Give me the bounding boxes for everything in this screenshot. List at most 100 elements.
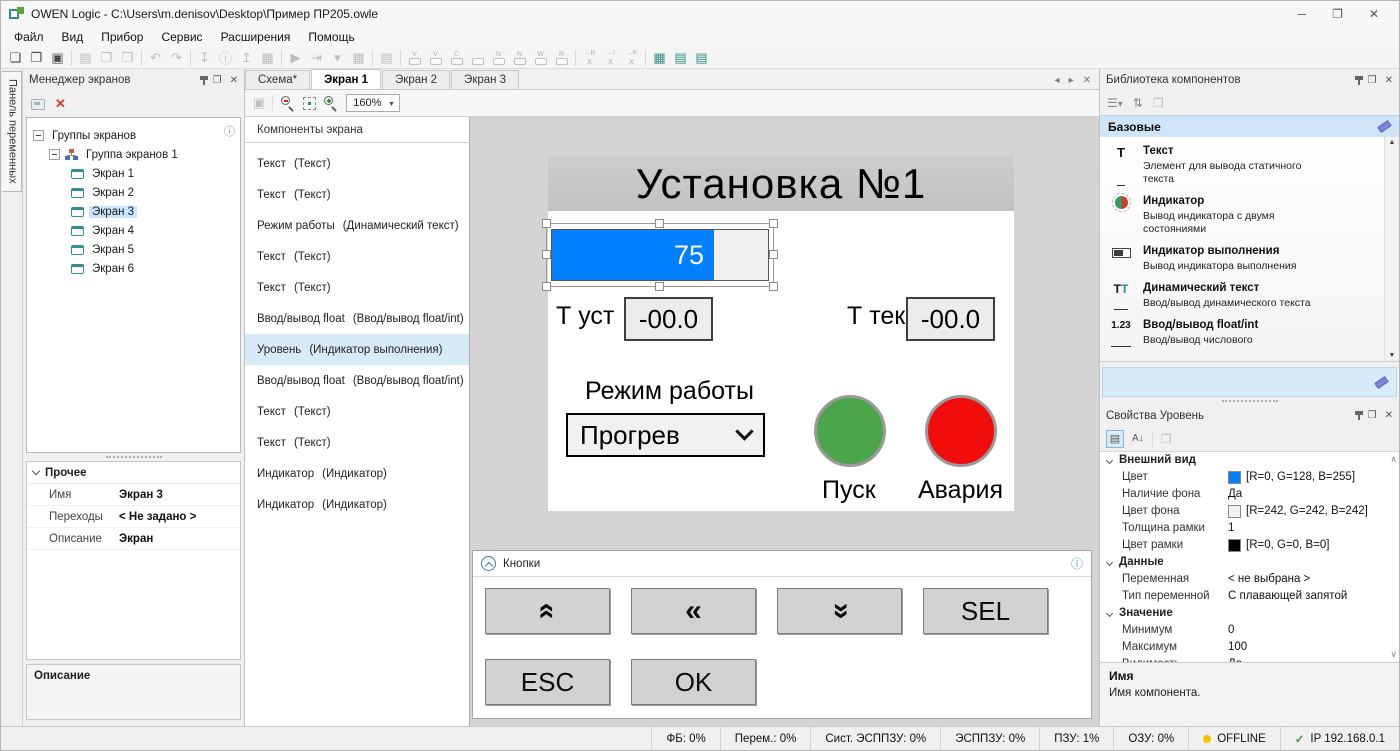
tab-scroll-left-icon[interactable]: ◂ [1055, 75, 1060, 86]
color-swatch[interactable] [1228, 505, 1241, 518]
tab-screen-3[interactable]: Экран 3 [451, 70, 519, 89]
tree-item-screen-2[interactable]: Экран 2 [27, 183, 240, 202]
property-row-border-width[interactable]: Толщина рамки 1 [1100, 520, 1385, 537]
tab-scroll-right-icon[interactable]: ▸ [1069, 75, 1074, 86]
selection-handle[interactable] [655, 282, 664, 291]
library-scrollbar[interactable]: ▲ ▼ [1384, 137, 1399, 361]
convert-to-bool-button[interactable]: →Bx [579, 48, 600, 68]
selection-handle[interactable] [542, 219, 551, 228]
canvas-title-text[interactable]: Установка №1 [548, 156, 1014, 211]
tab-screen-1[interactable]: Экран 1 [311, 69, 381, 89]
component-item[interactable]: Текст(Текст) [245, 272, 469, 303]
run-simulator-button[interactable]: ▶ [285, 48, 306, 68]
variables-panel-tab[interactable]: Панель переменных [2, 71, 22, 192]
tree-item-screen-6[interactable]: Экран 6 [27, 259, 240, 278]
screen-designer-area[interactable]: Установка №1 75 [470, 117, 1099, 726]
alarm-label[interactable]: Авария [918, 476, 1003, 505]
t-cur-label[interactable]: Т тек [847, 302, 905, 331]
library-folder-button[interactable]: ❒ [1153, 96, 1164, 110]
property-row-minimum[interactable]: Минимум 0 [1100, 622, 1385, 639]
pin-icon[interactable] [1358, 76, 1360, 85]
library-item-indicator[interactable]: ИндикаторВывод индикатора с двумя состоя… [1108, 195, 1379, 236]
insert-constant-button[interactable]: C [446, 48, 467, 68]
component-item[interactable]: Текст(Текст) [245, 427, 469, 458]
color-swatch[interactable] [1228, 471, 1241, 484]
menu-file[interactable]: Файл [5, 28, 53, 46]
library-section-basic[interactable]: Базовые [1100, 115, 1399, 137]
macros-manager-button[interactable]: ▦ [649, 48, 670, 68]
misc-section-header[interactable]: Прочее [27, 462, 240, 484]
device-mode-button[interactable]: ▾ [327, 48, 348, 68]
device-information-button[interactable]: ⓘ [215, 48, 236, 68]
read-from-device-button[interactable]: ▦ [257, 48, 278, 68]
status-ip[interactable]: ✓ IP 192.168.0.1 [1280, 727, 1399, 750]
tree-info-icon[interactable]: ⓘ [224, 123, 235, 139]
insert-variable-button[interactable]: V [404, 48, 425, 68]
project-information-button[interactable]: ▤ [670, 48, 691, 68]
convert-to-float-button[interactable]: →Fx [621, 48, 642, 68]
property-row-name[interactable]: Имя Экран 3 [27, 484, 240, 506]
selection-handle[interactable] [542, 282, 551, 291]
library-view-mode-button[interactable]: ☰▾ [1107, 96, 1123, 110]
selection-handle[interactable] [542, 250, 551, 259]
property-row-variable-type[interactable]: Тип переменной С плавающей запятой [1100, 588, 1385, 605]
property-row-maximum[interactable]: Максимум 100 [1100, 639, 1385, 656]
maximize-panel-icon[interactable]: ❐ [1368, 75, 1377, 86]
library-filter-strip[interactable] [1102, 367, 1397, 397]
selection-handle[interactable] [769, 282, 778, 291]
property-row-border-color[interactable]: Цвет рамки [R=0, G=0, B=0] [1100, 537, 1385, 554]
component-item[interactable]: Текст(Текст) [245, 148, 469, 179]
device-ok-button[interactable]: OK [631, 659, 756, 705]
read-network-variable-button[interactable]: R [551, 48, 572, 68]
redo-button[interactable]: ↷ [166, 48, 187, 68]
tree-item-screen-1[interactable]: Экран 1 [27, 164, 240, 183]
component-item[interactable]: Режим работы(Динамический текст) [245, 210, 469, 241]
selection-handle[interactable] [769, 219, 778, 228]
panel-splitter[interactable] [1100, 397, 1399, 405]
t-set-value-box[interactable]: -00.0 [624, 297, 713, 341]
maximize-panel-icon[interactable]: ❐ [1368, 410, 1377, 421]
selection-handle[interactable] [769, 250, 778, 259]
restore-button[interactable]: ❐ [1332, 7, 1343, 21]
online-debug-button[interactable]: ⇥ [306, 48, 327, 68]
alphabetical-sort-button[interactable]: A↓ [1132, 433, 1144, 444]
device-down-button[interactable]: « [777, 588, 902, 634]
mode-label[interactable]: Режим работы [585, 377, 754, 406]
panel-splitter[interactable] [23, 453, 244, 461]
component-item-selected[interactable]: Уровень(Индикатор выполнения) [245, 334, 469, 365]
tree-item-screen-5[interactable]: Экран 5 [27, 240, 240, 259]
property-row-has-background[interactable]: Наличие фона Да [1100, 486, 1385, 503]
insert-variable-2-button[interactable]: V [425, 48, 446, 68]
component-item[interactable]: Ввод/вывод float(Ввод/вывод float/int) [245, 303, 469, 334]
section-value[interactable]: Значение [1100, 605, 1385, 622]
library-sort-button[interactable]: ⇅ [1133, 96, 1143, 110]
expander-icon[interactable] [33, 130, 44, 141]
expander-icon[interactable] [49, 149, 60, 160]
undo-button[interactable]: ↶ [145, 48, 166, 68]
brush-icon[interactable] [1377, 120, 1392, 133]
tree-root[interactable]: Группы экранов [27, 126, 240, 145]
component-item[interactable]: Текст(Текст) [245, 179, 469, 210]
library-item-dynamic-text[interactable]: TT Динамический текстВвод/вывод динамиче… [1108, 282, 1379, 310]
insert-input-button[interactable]: N [488, 48, 509, 68]
device-up-button[interactable]: « [485, 588, 610, 634]
write-network-variable-button[interactable]: W [530, 48, 551, 68]
scroll-up-icon[interactable]: ∧ [1390, 454, 1397, 465]
t-set-label[interactable]: Т уст [556, 302, 614, 331]
tab-schema[interactable]: Схема* [245, 70, 310, 89]
property-row-visibility[interactable]: Видимость Да [1100, 656, 1385, 662]
property-row-description[interactable]: Описание Экран [27, 528, 240, 550]
brush-icon[interactable] [1374, 375, 1389, 388]
add-screen-button[interactable] [31, 99, 45, 110]
pin-icon[interactable] [1358, 411, 1360, 420]
memory-table-button[interactable]: ▦ [348, 48, 369, 68]
menu-help[interactable]: Помощь [299, 28, 363, 46]
device-sel-button[interactable]: SEL [923, 588, 1048, 634]
component-item[interactable]: Индикатор(Индикатор) [245, 489, 469, 520]
t-cur-value-box[interactable]: -00.0 [906, 297, 995, 341]
component-item[interactable]: Текст(Текст) [245, 396, 469, 427]
library-item-text[interactable]: T ТекстЭлемент для вывода статичного тек… [1108, 145, 1379, 186]
copy-button[interactable]: ❐ [96, 48, 117, 68]
device-esc-button[interactable]: ESC [485, 659, 610, 705]
status-connection[interactable]: OFFLINE [1188, 727, 1280, 750]
